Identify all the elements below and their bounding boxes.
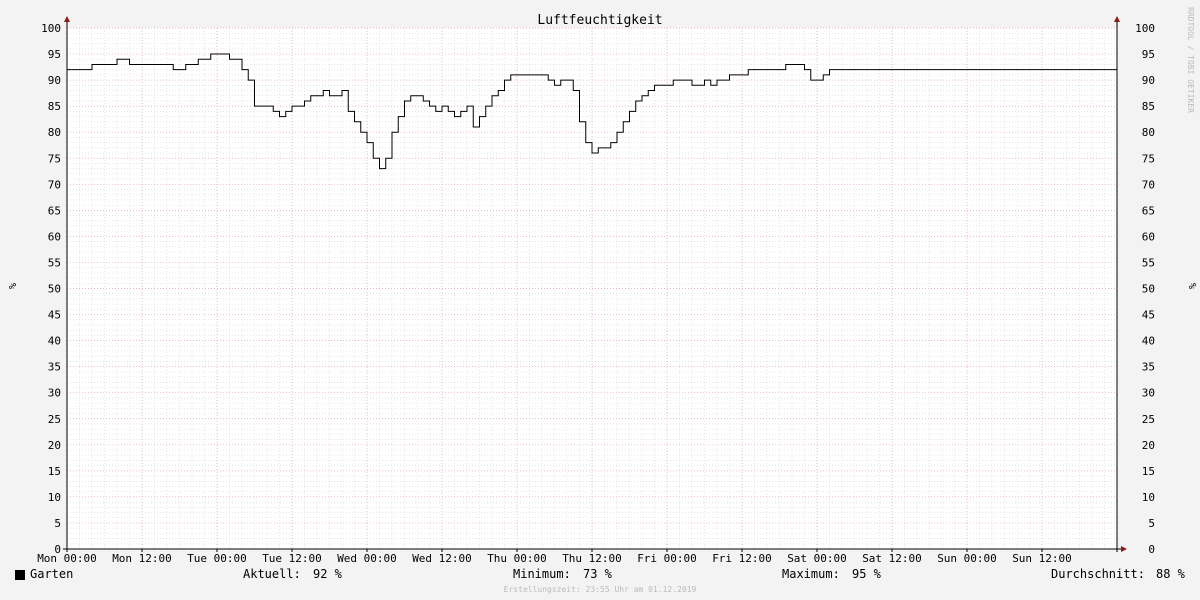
y-tick-label-left: 40 xyxy=(48,335,61,348)
y-tick-label-right: 90 xyxy=(1142,74,1155,87)
y-tick-label-left: 5 xyxy=(54,517,61,530)
x-tick-label: Tue 00:00 xyxy=(187,552,247,565)
y-tick-label-right: 85 xyxy=(1142,100,1155,113)
y-tick-label-left: 30 xyxy=(48,387,61,400)
y-tick-label-right: 100 xyxy=(1135,22,1155,35)
y-tick-label-right: 30 xyxy=(1142,387,1155,400)
x-tick-label: Sun 12:00 xyxy=(1012,552,1072,565)
creation-time-credit: Erstellungszeit: 23:55 Uhr am 01.12.2019 xyxy=(504,585,697,594)
chart-title: Luftfeuchtigkeit xyxy=(537,13,662,28)
legend-minimum-label: Minimum: xyxy=(513,567,571,581)
y-tick-label-right: 20 xyxy=(1142,439,1155,452)
y-tick-label-right: 35 xyxy=(1142,361,1155,374)
x-tick-label: Mon 00:00 xyxy=(37,552,97,565)
legend-durchschnitt-label: Durchschnitt: xyxy=(1051,567,1145,581)
legend-row: Garten Aktuell: 92 % Minimum: 73 % Maxim… xyxy=(0,567,1200,585)
y-tick-label-left: 10 xyxy=(48,491,61,504)
y-tick-label-left: 50 xyxy=(48,283,61,296)
y-tick-label-right: 75 xyxy=(1142,152,1155,165)
legend-series-name: Garten xyxy=(30,567,74,581)
y-tick-label-right: 40 xyxy=(1142,335,1155,348)
legend-maximum-label: Maximum: xyxy=(782,567,840,581)
y-tick-label-right: 50 xyxy=(1142,283,1155,296)
y-tick-label-right: 80 xyxy=(1142,126,1155,139)
y-tick-label-left: 35 xyxy=(48,361,61,374)
legend-minimum-value: 73 % xyxy=(583,567,612,581)
y-tick-label-right: 25 xyxy=(1142,413,1155,426)
x-axis-arrow xyxy=(1121,546,1127,552)
x-tick-label: Fri 00:00 xyxy=(637,552,697,565)
y-tick-label-left: 90 xyxy=(48,74,61,87)
y-axis-unit-right: % xyxy=(1186,283,1197,289)
y-tick-label-right: 55 xyxy=(1142,256,1155,269)
y-tick-label-right: 0 xyxy=(1148,543,1155,556)
x-tick-label: Thu 00:00 xyxy=(487,552,547,565)
y-tick-label-right: 15 xyxy=(1142,465,1155,478)
x-tick-label: Fri 12:00 xyxy=(712,552,772,565)
y-axis-unit-left: % xyxy=(6,283,17,289)
y-tick-label-left: 85 xyxy=(48,100,61,113)
y-tick-label-right: 65 xyxy=(1142,204,1155,217)
y-tick-label-right: 10 xyxy=(1142,491,1155,504)
y-tick-label-left: 25 xyxy=(48,413,61,426)
y-tick-label-right: 95 xyxy=(1142,48,1155,61)
legend-maximum-value: 95 % xyxy=(852,567,881,581)
y-tick-label-left: 45 xyxy=(48,309,61,322)
chart-container: 0 0 5 5 10 10 15 15 20 20 25 25 30 30 35 35 40 40 45 45 50 50… xyxy=(0,0,1200,600)
y-tick-label-left: 75 xyxy=(48,152,61,165)
y-tick-label-left: 60 xyxy=(48,230,61,243)
y-tick-label-right: 5 xyxy=(1148,517,1155,530)
x-tick-label: Wed 00:00 xyxy=(337,552,397,565)
y-tick-label-left: 55 xyxy=(48,256,61,269)
x-tick-label: Mon 12:00 xyxy=(112,552,172,565)
y-tick-label-left: 15 xyxy=(48,465,61,478)
watermark: RRDTOOL / TOBI OETIKER xyxy=(1186,7,1195,113)
grid-layer xyxy=(67,27,1117,549)
y-tick-label-right: 70 xyxy=(1142,178,1155,191)
x-tick-label: Tue 12:00 xyxy=(262,552,322,565)
y-tick-label-left: 70 xyxy=(48,178,61,191)
y-axis-arrow-left xyxy=(64,16,70,22)
x-tick-label: Sat 00:00 xyxy=(787,552,847,565)
y-axis-arrow-right xyxy=(1114,16,1120,22)
legend-durchschnitt-value: 88 % xyxy=(1156,567,1185,581)
y-tick-label-left: 65 xyxy=(48,204,61,217)
y-tick-label-left: 100 xyxy=(41,22,61,35)
legend-aktuell-label: Aktuell: xyxy=(243,567,301,581)
x-tick-label: Thu 12:00 xyxy=(562,552,622,565)
y-tick-label-right: 60 xyxy=(1142,230,1155,243)
y-tick-label-right: 45 xyxy=(1142,309,1155,322)
legend-aktuell-value: 92 % xyxy=(313,567,342,581)
y-tick-label-left: 20 xyxy=(48,439,61,452)
y-tick-label-left: 80 xyxy=(48,126,61,139)
humidity-chart: 0 05 510 1015 1520 2025 2530 3035 3540 4045 4550 50… xyxy=(6,7,1197,594)
y-tick-label-left: 95 xyxy=(48,48,61,61)
x-tick-label: Sun 00:00 xyxy=(937,552,997,565)
x-tick-label: Sat 12:00 xyxy=(862,552,922,565)
legend-swatch xyxy=(15,570,25,580)
x-tick-label: Wed 12:00 xyxy=(412,552,472,565)
